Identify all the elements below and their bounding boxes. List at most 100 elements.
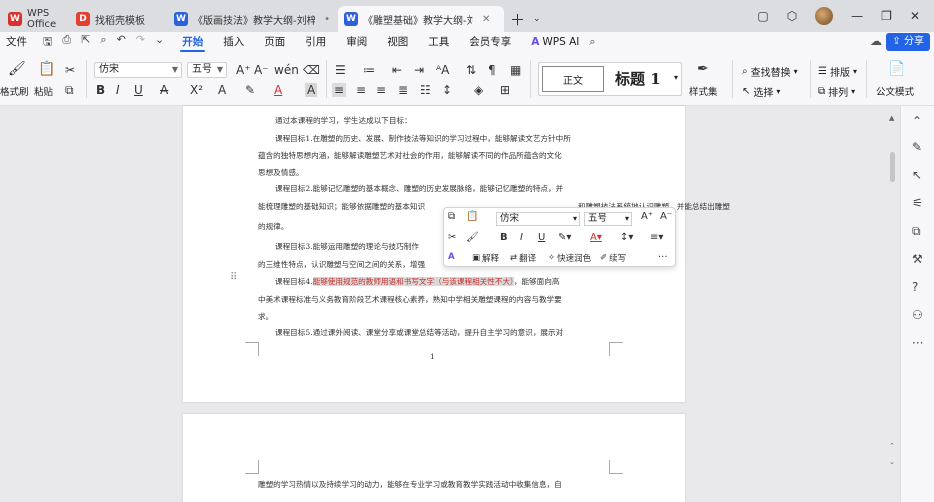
align-left-icon[interactable]: ≡: [332, 83, 347, 97]
find-replace-button[interactable]: ⌕ 查找替换 ▾: [742, 64, 798, 79]
select-button[interactable]: ↖ 选择 ▾: [742, 84, 780, 99]
align-right-icon[interactable]: ≡: [376, 83, 386, 97]
shading-icon[interactable]: ◈: [474, 83, 483, 97]
formula-mode-label[interactable]: 公文模式: [876, 84, 914, 98]
style-set-icon[interactable]: ✒: [697, 62, 709, 76]
underline-icon[interactable]: U: [538, 232, 545, 243]
layout-button[interactable]: ☰ 排版 ▾: [818, 64, 857, 79]
menu-view[interactable]: 视图: [377, 32, 418, 52]
numbered-list-icon[interactable]: ≔: [363, 63, 375, 77]
float-size-select[interactable]: 五号 ▾: [584, 212, 632, 226]
close-window-icon[interactable]: ✕: [910, 9, 920, 23]
print-preview-icon[interactable]: ⌕: [100, 33, 106, 52]
document-area[interactable]: 通过本课程的学习，学生达成以下目标： 课程目标1.在雕塑的历史、发展、制作技法等…: [0, 106, 900, 502]
selected-text[interactable]: 能够使用规范的教师用语和书写文字（与该课程相关性不大）: [312, 277, 514, 286]
sliders-icon[interactable]: ⚟: [912, 196, 923, 210]
menu-wps-ai[interactable]: A WPS AI: [521, 32, 589, 52]
doc-line[interactable]: 雕塑的学习热情以及持续学习的动力，能够在专业学习或教育教学实践活动中收集信息，自: [258, 480, 562, 490]
doc-line[interactable]: 课程目标5.通过课外阅读、课堂分享或课堂总结等活动，提升自主学习的意识，展示对: [275, 328, 563, 338]
paste-icon[interactable]: 📋: [466, 211, 478, 222]
search-icon[interactable]: ⌕: [589, 35, 595, 49]
doc-line[interactable]: 课程目标4.能够使用规范的教师用语和书写文字（与该课程相关性不大），能够面向高: [275, 277, 559, 287]
italic-icon[interactable]: I: [520, 232, 523, 243]
page-2[interactable]: 雕塑的学习热情以及持续学习的动力，能够在专业学习或教育教学实践活动中收集信息，自: [183, 414, 685, 502]
doc-line[interactable]: 能梳理雕塑的基础知识；能够依据雕塑的基本知识: [258, 202, 425, 212]
doc-line[interactable]: 的三维性特点，认识雕塑与空间之间的关系，增强: [258, 260, 425, 270]
chevron-down-icon[interactable]: ⌄: [531, 6, 543, 32]
format-painter-icon[interactable]: 🖌: [8, 62, 26, 76]
copy-icon[interactable]: ⧉: [65, 83, 74, 97]
char-shading-icon[interactable]: A: [305, 83, 318, 97]
shirt-icon[interactable]: ⚇: [912, 308, 923, 322]
decrease-indent-icon[interactable]: ⇤: [392, 63, 402, 77]
bullet-list-icon[interactable]: ☰: [335, 63, 346, 77]
export-icon[interactable]: ⇱: [81, 33, 90, 52]
tab-doc-diaosu[interactable]: W 《雕塑基础》教学大纲-刘梓会 ✕: [338, 6, 504, 32]
menu-tools[interactable]: 工具: [418, 32, 459, 52]
scroll-up-icon[interactable]: ▲: [889, 114, 894, 122]
undo-icon[interactable]: ↶: [117, 33, 126, 52]
menu-insert[interactable]: 插入: [213, 32, 254, 52]
paste-icon[interactable]: 📋: [38, 62, 55, 76]
redo-icon[interactable]: ↷: [136, 33, 145, 52]
print-icon[interactable]: ⎙: [62, 33, 71, 52]
minimize-icon[interactable]: —: [851, 9, 863, 23]
line-spacing-icon[interactable]: ↕: [442, 83, 452, 97]
bold-icon[interactable]: B: [500, 232, 508, 243]
scroll-down-page-icon[interactable]: ⌄: [889, 458, 895, 466]
font-size-select[interactable]: 五号 ▼: [187, 62, 227, 78]
format-painter-label[interactable]: 格式刷: [0, 84, 29, 98]
avatar[interactable]: [815, 7, 834, 25]
close-icon[interactable]: ✕: [482, 14, 490, 25]
font-grow-icon[interactable]: A⁺: [236, 63, 251, 77]
doc-line[interactable]: 通过本课程的学习，学生达成以下目标：: [275, 116, 412, 126]
more-icon[interactable]: ···: [912, 336, 923, 350]
border-icon[interactable]: ⊞: [500, 83, 510, 97]
style-normal[interactable]: 正文: [542, 66, 604, 92]
menu-reference[interactable]: 引用: [295, 32, 336, 52]
float-font-select[interactable]: 仿宋 ▾: [496, 212, 580, 226]
style-set-label[interactable]: 样式集: [689, 84, 718, 98]
paste-label[interactable]: 粘贴: [34, 84, 53, 98]
highlight-icon[interactable]: ✎: [245, 83, 255, 97]
italic-icon[interactable]: I: [116, 83, 120, 97]
doc-line[interactable]: 课程目标2.能够记忆雕塑的基本概念、雕塑的历史发展脉络，能够记忆雕塑的特点，并: [275, 184, 563, 194]
menu-vip[interactable]: 会员专享: [459, 32, 521, 52]
scroll-top-icon[interactable]: ⌃: [912, 114, 922, 128]
tab-doc-banhua[interactable]: W 《版画技法》教学大纲-刘梓会.doc •: [168, 6, 336, 32]
gallery-expand-icon[interactable]: ▾: [674, 73, 678, 82]
save-icon[interactable]: 🖫: [43, 33, 52, 52]
window-layout-icon[interactable]: ▢: [757, 9, 768, 23]
doc-line[interactable]: 的规律。: [258, 222, 288, 232]
bold-icon[interactable]: B: [96, 83, 105, 97]
increase-indent-icon[interactable]: ⇥: [414, 63, 424, 77]
menu-home[interactable]: 开始: [172, 32, 213, 52]
explain-button[interactable]: ▣ 解释: [472, 252, 499, 264]
tab-wps-office[interactable]: W WPS Office: [2, 6, 68, 32]
align-icon[interactable]: ≡▾: [650, 232, 663, 243]
strikethrough-icon[interactable]: A: [160, 83, 168, 97]
doc-line[interactable]: 求。: [258, 312, 273, 322]
cube-icon[interactable]: ⬡: [787, 9, 797, 23]
doc-line[interactable]: 蕴含的独特思想内涵，能够解读雕塑艺术对社会的作用，能够解读不同的作品所蕴含的文化: [258, 151, 562, 161]
menu-file[interactable]: 文件: [0, 32, 37, 52]
distributed-icon[interactable]: ☷: [420, 83, 431, 97]
text-effect-icon[interactable]: A: [218, 83, 226, 97]
translate-button[interactable]: ⇄ 翻译: [510, 252, 536, 264]
doc-line[interactable]: 课程目标1.在雕塑的历史、发展、制作技法等知识的学习过程中，能够解读文艺方针中所: [275, 134, 571, 144]
scroll-up-page-icon[interactable]: ⌃: [889, 442, 895, 450]
edit-icon[interactable]: ✎: [912, 140, 922, 154]
vertical-scrollbar[interactable]: [890, 152, 895, 182]
share-button[interactable]: ⇪ 分享: [886, 33, 930, 51]
drag-handle-icon[interactable]: ⠿: [230, 272, 237, 283]
superscript-icon[interactable]: X²: [190, 83, 203, 97]
doc-line[interactable]: 中美术课程标准与义务教育阶段艺术课程核心素养，熟知中学相关雕塑课程的内容与教学要: [258, 295, 562, 305]
font-color-icon[interactable]: A: [274, 83, 282, 97]
help-icon[interactable]: ?: [912, 280, 918, 294]
polish-button[interactable]: ✧ 快速润色: [548, 252, 591, 264]
cut-icon[interactable]: ✂: [448, 232, 456, 243]
cursor-select-icon[interactable]: ↖: [912, 168, 922, 182]
ai-icon[interactable]: A: [448, 252, 455, 262]
show-marks-icon[interactable]: ¶: [488, 63, 496, 77]
underline-icon[interactable]: U: [134, 83, 143, 97]
